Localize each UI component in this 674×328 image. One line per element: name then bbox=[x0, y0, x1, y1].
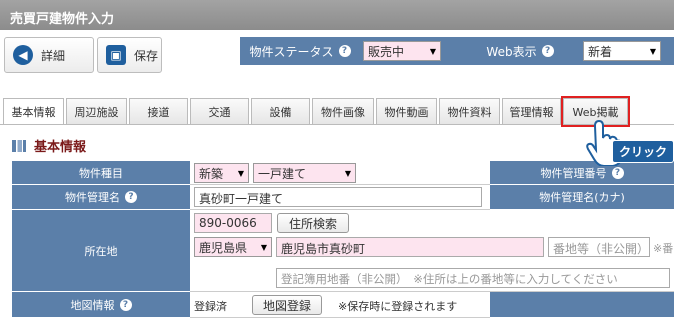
property-status-text: 物件ステータス bbox=[249, 44, 334, 59]
tab-label: 基本情報 bbox=[11, 106, 56, 119]
web-display-value: 新着 bbox=[588, 44, 613, 59]
tab-nearby[interactable]: 周辺施設 bbox=[66, 98, 127, 124]
chevron-down-icon: ▼ bbox=[344, 168, 351, 178]
save-disk-icon: ▣ bbox=[106, 45, 126, 65]
save-label: 保存 bbox=[134, 48, 159, 63]
tab-equipment[interactable]: 設備 bbox=[251, 98, 310, 124]
help-icon: ? bbox=[541, 45, 554, 57]
tab-documents[interactable]: 物件資料 bbox=[439, 98, 500, 124]
map-info-label: 地図情報? bbox=[12, 292, 190, 318]
tab-label: 接道 bbox=[147, 105, 170, 119]
map-info-text: 地図情報 bbox=[70, 298, 115, 312]
chevron-down-icon: ▼ bbox=[429, 46, 436, 56]
section-title: 基本情報 bbox=[12, 136, 86, 155]
map-side-cell bbox=[490, 292, 674, 318]
tab-label: 交通 bbox=[208, 105, 231, 119]
tab-label: 周辺施設 bbox=[74, 105, 119, 119]
management-name-text: 物件管理名 bbox=[65, 191, 120, 204]
tab-management[interactable]: 管理情報 bbox=[502, 98, 561, 124]
tab-label: 物件画像 bbox=[321, 105, 365, 119]
web-display-select[interactable]: 新着 ▼ bbox=[583, 41, 661, 61]
management-name-kana-label: 物件管理名(カナ) bbox=[490, 185, 674, 210]
detail-button[interactable]: ◀ 詳細 bbox=[4, 37, 94, 73]
registry-lot-input[interactable]: 登記簿用地番（非公開） ※住所は上の番地等に入力してください bbox=[276, 268, 670, 288]
property-status-select[interactable]: 販売中 ▼ bbox=[363, 41, 441, 61]
help-icon: ? bbox=[611, 166, 624, 179]
help-icon: ? bbox=[119, 298, 132, 311]
tab-label: 物件資料 bbox=[447, 105, 492, 119]
property-status-value: 販売中 bbox=[368, 44, 405, 59]
lot-number-input[interactable]: 番地等（非公開） bbox=[548, 237, 650, 257]
property-type-label: 物件種目 bbox=[12, 161, 190, 185]
property-type-select-2[interactable]: 一戸建て ▼ bbox=[253, 163, 356, 183]
back-arrow-icon: ◀ bbox=[13, 45, 33, 65]
web-display-label: Web表示? bbox=[460, 37, 580, 65]
lot-note: ※番 bbox=[653, 242, 674, 255]
web-display-text: Web表示 bbox=[486, 44, 537, 59]
property-status-label: 物件ステータス? bbox=[240, 37, 360, 65]
type-value-2: 一戸建て bbox=[258, 166, 307, 181]
chevron-down-icon: ▼ bbox=[260, 242, 267, 252]
section-title-text: 基本情報 bbox=[34, 140, 87, 155]
city-input[interactable]: 鹿児島市真砂町 bbox=[276, 237, 544, 257]
help-icon: ? bbox=[125, 191, 137, 203]
tab-images[interactable]: 物件画像 bbox=[312, 98, 374, 124]
prefecture-select[interactable]: 鹿児島県 ▼ bbox=[194, 237, 272, 257]
tab-label: 設備 bbox=[269, 105, 292, 119]
chevron-down-icon: ▼ bbox=[237, 168, 244, 178]
prefecture-value: 鹿児島県 bbox=[199, 240, 248, 255]
chevron-down-icon: ▼ bbox=[649, 46, 656, 56]
tab-label: 物件動画 bbox=[384, 105, 429, 119]
management-name-label: 物件管理名? bbox=[12, 185, 190, 210]
location-label: 所在地 bbox=[12, 210, 190, 292]
property-type-select-1[interactable]: 新築 ▼ bbox=[194, 163, 249, 183]
management-number-text: 物件管理番号 bbox=[540, 166, 607, 180]
postal-code-input[interactable]: 890-0066 bbox=[194, 213, 272, 233]
address-search-button[interactable]: 住所検索 bbox=[277, 213, 349, 233]
management-name-input[interactable]: 真砂町一戸建て bbox=[194, 187, 482, 207]
tab-basic-info[interactable]: 基本情報 bbox=[3, 98, 64, 125]
tab-road[interactable]: 接道 bbox=[129, 98, 188, 124]
tab-label: 管理情報 bbox=[509, 105, 554, 119]
help-icon: ? bbox=[338, 45, 351, 57]
type-value-1: 新築 bbox=[199, 166, 224, 181]
map-register-button[interactable]: 地図登録 bbox=[252, 295, 322, 315]
tab-videos[interactable]: 物件動画 bbox=[376, 98, 437, 124]
section-bars-icon bbox=[12, 139, 26, 152]
map-status: 登録済 bbox=[194, 300, 227, 313]
detail-label: 詳細 bbox=[41, 48, 66, 63]
tab-transport[interactable]: 交通 bbox=[190, 98, 249, 124]
click-badge: クリック bbox=[612, 140, 674, 163]
save-button[interactable]: ▣ 保存 bbox=[97, 37, 162, 73]
map-note: ※保存時に登録されます bbox=[338, 300, 458, 313]
page-title: 売買戸建物件入力 bbox=[0, 0, 674, 30]
management-number-label: 物件管理番号? bbox=[490, 161, 674, 185]
